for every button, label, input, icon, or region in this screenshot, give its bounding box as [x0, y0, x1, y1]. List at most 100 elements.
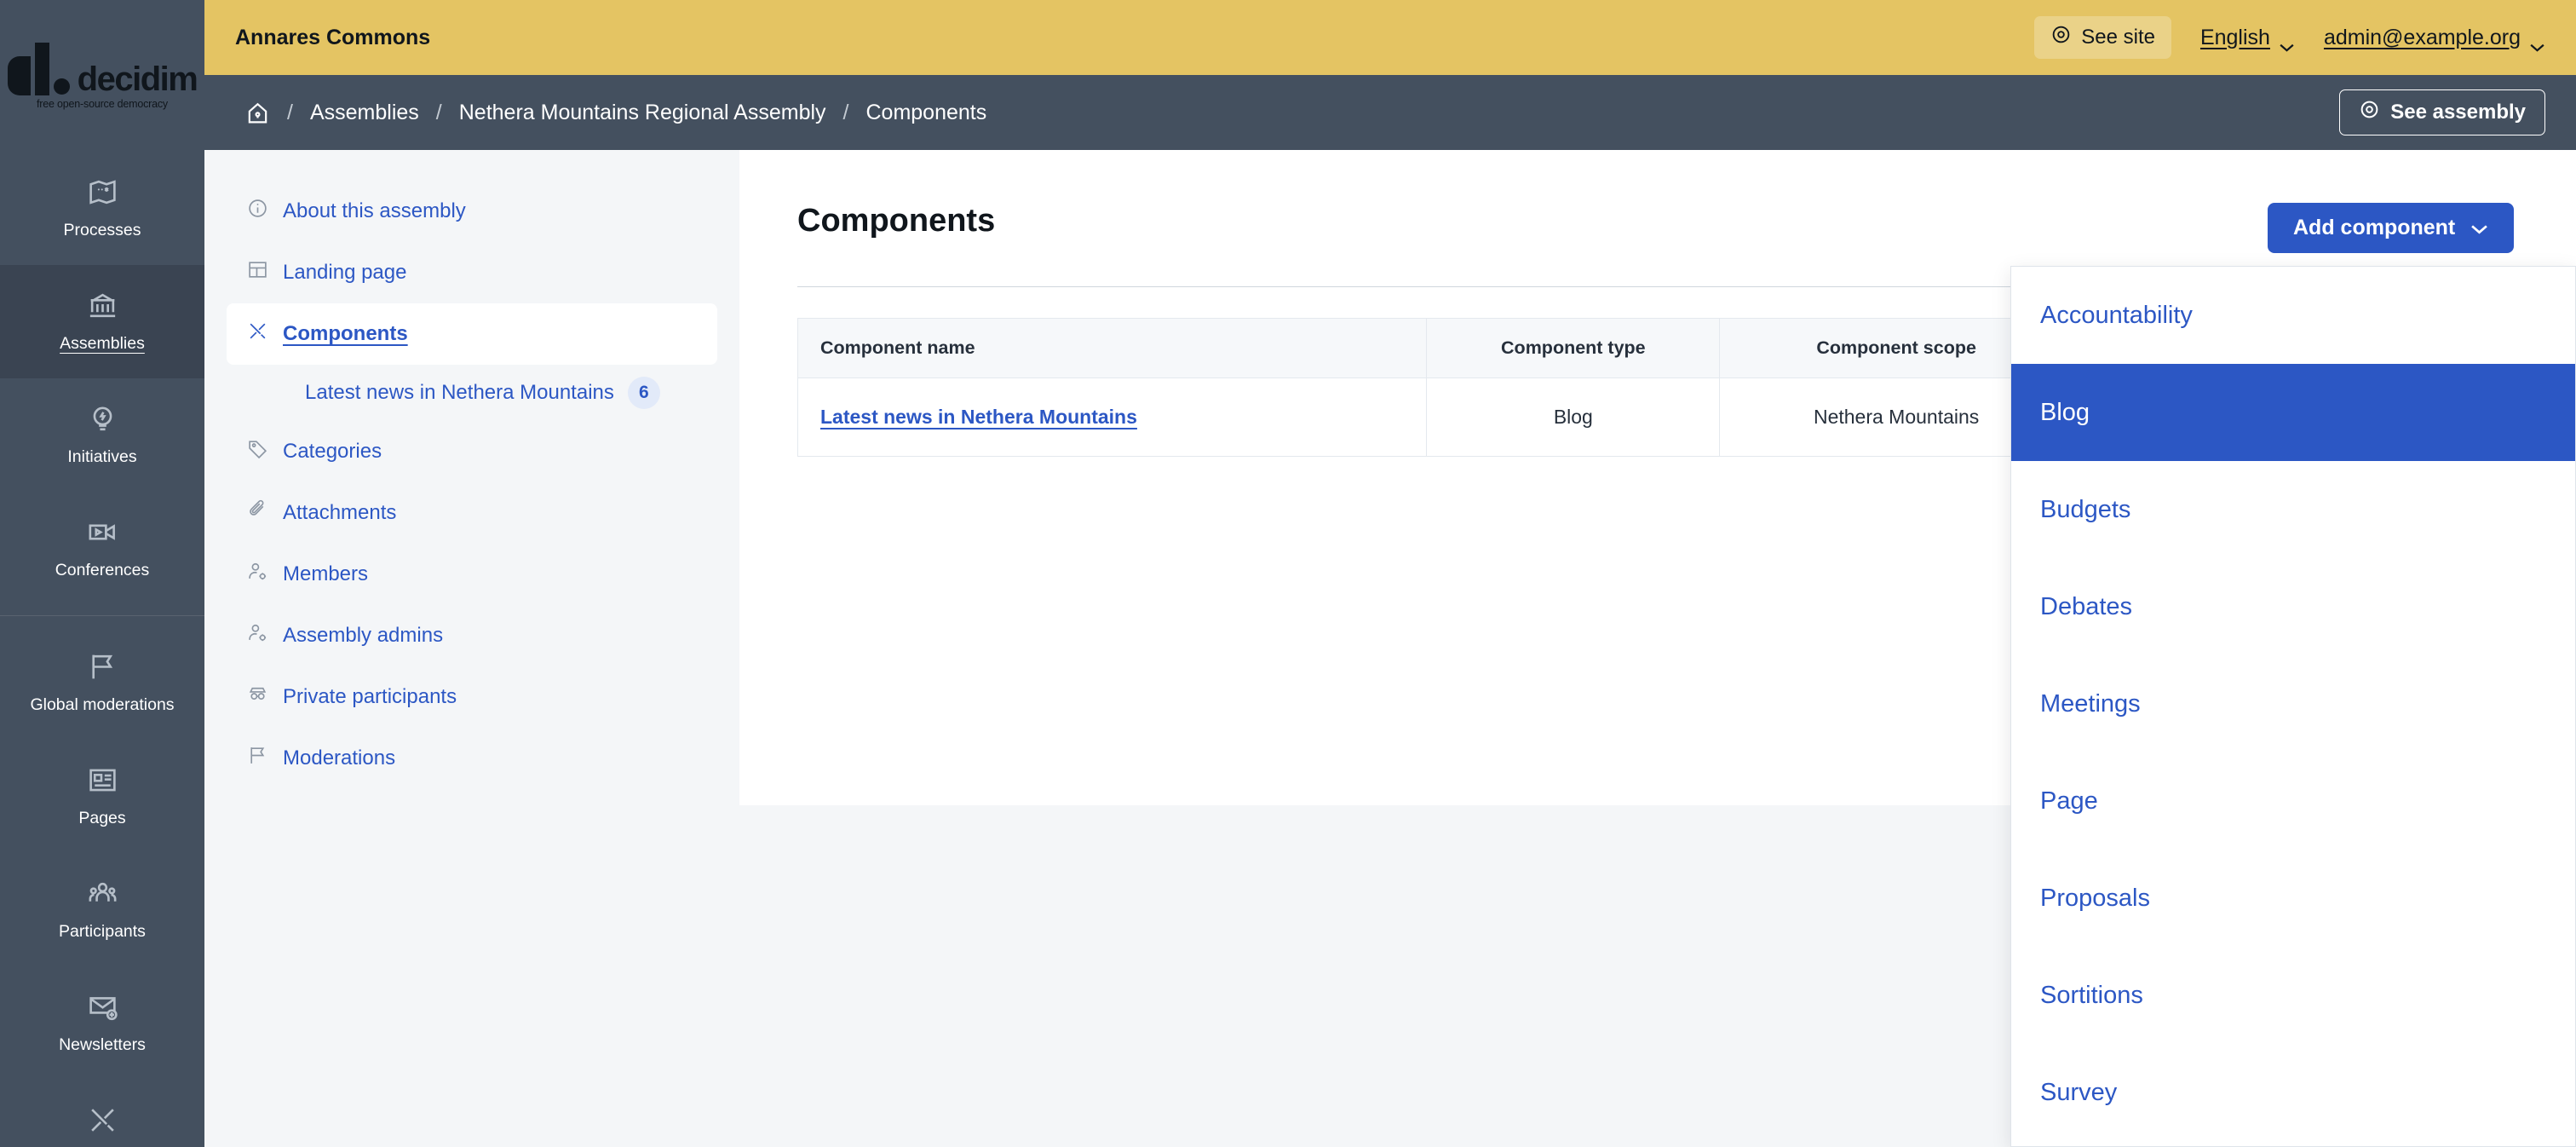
sidebar-item-label: Conferences: [55, 561, 150, 580]
decidim-logo[interactable]: decidim free open-source democracy: [0, 0, 204, 152]
component-name-link[interactable]: Latest news in Nethera Mountains: [820, 406, 1137, 428]
sidebar-item-conferences[interactable]: Conferences: [0, 492, 204, 605]
dropdown-item-sortitions[interactable]: Sortitions: [2011, 947, 2575, 1044]
subnav-item-private-participants[interactable]: Private participants: [227, 666, 717, 728]
tools-icon: [87, 1104, 118, 1141]
top-bar: Annares Commons See site English admin@e…: [204, 0, 2576, 75]
organization-title: Annares Commons: [235, 26, 430, 50]
dropdown-item-debates[interactable]: Debates: [2011, 558, 2575, 655]
lightbulb-icon: [87, 403, 118, 440]
subnav-item-members[interactable]: Members: [227, 544, 717, 605]
sidebar-item-label: Processes: [63, 221, 141, 240]
sidebar-item-label: Participants: [59, 922, 146, 942]
subnav-item-components[interactable]: Components: [227, 303, 717, 365]
eye-icon: [2359, 99, 2380, 126]
top-bar-actions: See site English admin@example.org: [2034, 16, 2545, 59]
video-icon: [87, 516, 118, 553]
subnav-item-label: Moderations: [283, 746, 395, 770]
eye-icon: [2050, 24, 2072, 51]
dropdown-item-meetings[interactable]: Meetings: [2011, 655, 2575, 752]
sidebar-item-assemblies[interactable]: Assemblies: [0, 265, 204, 378]
spy-icon: [247, 683, 268, 711]
language-selector[interactable]: English: [2200, 26, 2295, 50]
sidebar-item-settings[interactable]: Settings: [0, 1080, 204, 1147]
dropdown-item-survey[interactable]: Survey: [2011, 1044, 2575, 1141]
logo-tagline: free open-source democracy: [37, 98, 168, 110]
see-assembly-label: See assembly: [2390, 101, 2526, 124]
subnav-item-about-this-assembly[interactable]: About this assembly: [227, 181, 717, 242]
column-header-component-type[interactable]: Component type: [1427, 319, 1720, 378]
paperclip-icon: [247, 499, 268, 527]
subnav-item-attachments[interactable]: Attachments: [227, 482, 717, 544]
subnav-item-label: Private participants: [283, 685, 457, 709]
subnav-item-label: Assembly admins: [283, 624, 443, 648]
account-menu[interactable]: admin@example.org: [2324, 26, 2545, 50]
article-icon: [87, 764, 118, 801]
page-title: Components: [797, 203, 2521, 239]
subnav-item-label: Members: [283, 562, 368, 586]
subnav-item-landing-page[interactable]: Landing page: [227, 242, 717, 303]
add-component-label: Add component: [2293, 216, 2455, 240]
mail-add-icon: [87, 991, 118, 1028]
dropdown-item-blog[interactable]: Blog: [2011, 364, 2575, 461]
sidebar-item-label: Newsletters: [59, 1035, 146, 1055]
see-site-label: See site: [2081, 26, 2155, 49]
layout-icon: [247, 259, 268, 286]
breadcrumb-item-assemblies[interactable]: Assemblies: [310, 101, 419, 125]
chevron-down-icon: [2470, 216, 2488, 240]
sidebar-item-label: Assemblies: [60, 334, 145, 354]
chevron-down-icon: [2529, 33, 2545, 43]
flag-icon: [247, 745, 268, 772]
see-site-button[interactable]: See site: [2034, 16, 2171, 59]
see-assembly-button[interactable]: See assembly: [2339, 89, 2545, 135]
sidebar-item-processes[interactable]: Processes: [0, 152, 204, 265]
subnav-item-moderations[interactable]: Moderations: [227, 728, 717, 789]
info-icon: [247, 198, 268, 225]
sidebar-item-label: Initiatives: [67, 447, 136, 467]
logo-mark-bar-right: [35, 43, 49, 95]
breadcrumb: / Assemblies / Nethera Mountains Regiona…: [245, 101, 986, 125]
group-icon: [87, 878, 118, 914]
language-label: English: [2200, 26, 2270, 50]
secondary-sidebar: About this assembly Landing page Compone…: [204, 150, 739, 1147]
breadcrumb-separator: /: [287, 101, 293, 125]
account-label: admin@example.org: [2324, 26, 2521, 50]
subnav-child-latest-news[interactable]: Latest news in Nethera Mountains 6: [227, 365, 717, 421]
breadcrumb-item-assembly[interactable]: Nethera Mountains Regional Assembly: [459, 101, 826, 125]
subnav-item-label: Categories: [283, 440, 382, 464]
sidebar-item-newsletters[interactable]: Newsletters: [0, 966, 204, 1080]
cell-component-type: Blog: [1427, 378, 1720, 457]
sidebar-item-label: Pages: [78, 809, 125, 828]
logo-mark-bar-left: [8, 56, 31, 95]
breadcrumb-separator: /: [843, 101, 849, 125]
sidebar-item-participants[interactable]: Participants: [0, 853, 204, 966]
sidebar-item-initiatives[interactable]: Initiatives: [0, 378, 204, 492]
tools-icon: [247, 320, 268, 348]
add-component-button[interactable]: Add component: [2268, 203, 2514, 253]
flag-icon: [87, 651, 118, 688]
dropdown-item-accountability[interactable]: Accountability: [2011, 267, 2575, 364]
breadcrumb-item-components[interactable]: Components: [865, 101, 986, 125]
breadcrumb-bar: / Assemblies / Nethera Mountains Regiona…: [204, 75, 2576, 150]
column-header-component-name[interactable]: Component name: [798, 319, 1427, 378]
sidebar-divider: [0, 615, 204, 616]
subnav-item-label: About this assembly: [283, 199, 466, 223]
sidebar-item-label: Global moderations: [30, 695, 174, 715]
dropdown-item-budgets[interactable]: Budgets: [2011, 461, 2575, 558]
sidebar-item-global-moderations[interactable]: Global moderations: [0, 626, 204, 740]
subnav-item-categories[interactable]: Categories: [227, 421, 717, 482]
subnav-item-assembly-admins[interactable]: Assembly admins: [227, 605, 717, 666]
sidebar-item-pages[interactable]: Pages: [0, 740, 204, 853]
map-icon: [87, 176, 118, 213]
tag-icon: [247, 438, 268, 465]
dropdown-item-proposals[interactable]: Proposals: [2011, 850, 2575, 947]
subnav-item-label: Landing page: [283, 261, 406, 285]
logo-wordmark: decidim: [78, 63, 198, 95]
cell-component-name: Latest news in Nethera Mountains: [798, 378, 1427, 457]
primary-sidebar: decidim free open-source democracy Proce…: [0, 0, 204, 1147]
dropdown-item-page[interactable]: Page: [2011, 752, 2575, 850]
user-settings-icon: [247, 622, 268, 649]
subnav-item-label: Components: [283, 322, 408, 346]
home-icon[interactable]: [245, 101, 270, 125]
subnav-child-label: Latest news in Nethera Mountains: [305, 381, 614, 405]
